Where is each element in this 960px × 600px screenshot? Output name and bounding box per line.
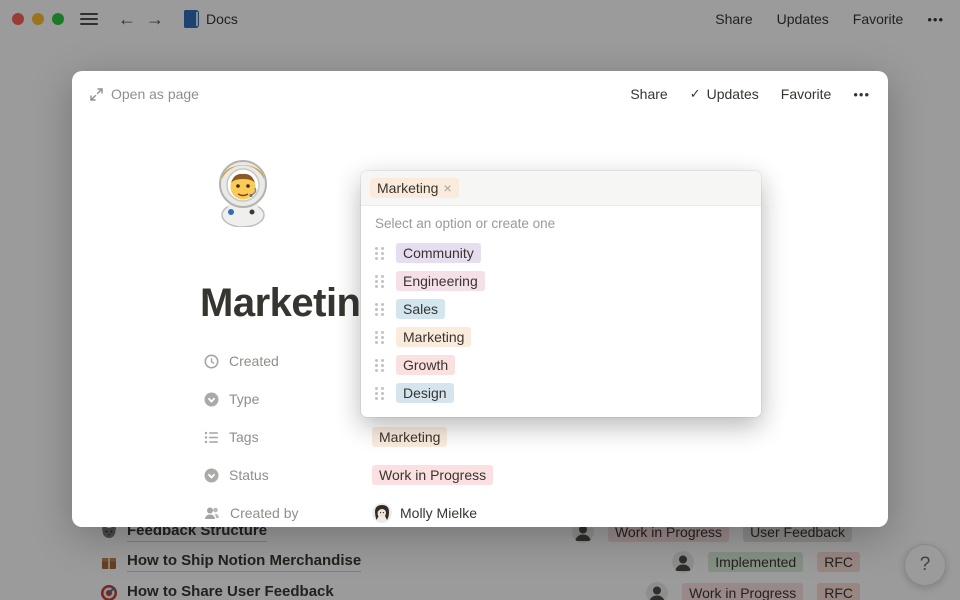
property-created-by[interactable]: Created by (204, 505, 372, 521)
drag-handle-icon[interactable] (375, 387, 384, 400)
list-icon (204, 430, 219, 445)
property-label: Tags (229, 429, 259, 445)
property-created[interactable]: Created (204, 353, 372, 369)
property-value-tags[interactable]: Marketing (372, 425, 447, 449)
select-icon (204, 392, 219, 407)
tag-option-engineering[interactable]: Engineering (361, 267, 761, 295)
tag-badge: Community (396, 243, 481, 263)
remove-tag-icon[interactable]: × (443, 180, 451, 196)
property-label: Type (229, 391, 259, 407)
page-title[interactable]: Marketing (200, 281, 384, 326)
status-badge[interactable]: Work in Progress (372, 465, 493, 485)
tag-picker-input[interactable]: Marketing × (361, 171, 761, 206)
drag-handle-icon[interactable] (375, 303, 384, 316)
property-tags[interactable]: Tags (204, 429, 372, 445)
property-row-status: Status Work in Progress (204, 456, 764, 494)
open-as-page-button[interactable]: Open as page (90, 86, 199, 102)
tag-badge: Growth (396, 355, 455, 375)
property-row-created-by: Created by Molly Mielke (204, 494, 764, 532)
property-row-tags: Tags Marketing (204, 418, 764, 456)
tag-picker-dropdown: Marketing × Select an option or create o… (361, 171, 761, 417)
check-icon: ✓ (690, 86, 701, 102)
tag-badge: Sales (396, 299, 445, 319)
tag-option-growth[interactable]: Growth (361, 351, 761, 379)
woman-astronaut-emoji[interactable] (208, 157, 278, 227)
select-icon (204, 468, 219, 483)
open-as-page-label: Open as page (111, 86, 199, 102)
property-label: Created by (230, 505, 298, 521)
tag-option-marketing[interactable]: Marketing (361, 323, 761, 351)
property-label: Status (229, 467, 269, 483)
drag-handle-icon[interactable] (375, 359, 384, 372)
modal-more-icon[interactable]: ••• (853, 87, 870, 102)
modal-share-button[interactable]: Share (630, 86, 667, 102)
property-value-created-by[interactable]: Molly Mielke (372, 501, 477, 525)
clock-icon (204, 354, 219, 369)
person-name: Molly Mielke (400, 505, 477, 521)
tag-option-community[interactable]: Community (361, 239, 761, 267)
modal-header: Open as page Share ✓ Updates Favorite ••… (72, 71, 888, 117)
property-label: Created (229, 353, 279, 369)
modal-favorite-button[interactable]: Favorite (781, 86, 832, 102)
tag-option-sales[interactable]: Sales (361, 295, 761, 323)
tag-option-list: Community Engineering Sales Marketing Gr… (361, 235, 761, 417)
tag-badge: Marketing (396, 327, 471, 347)
avatar-molly (372, 503, 392, 523)
modal-updates-button[interactable]: ✓ Updates (690, 86, 759, 102)
drag-handle-icon[interactable] (375, 331, 384, 344)
drag-handle-icon[interactable] (375, 247, 384, 260)
drag-handle-icon[interactable] (375, 275, 384, 288)
tag-badge: Engineering (396, 271, 485, 291)
tag-badge: Design (396, 383, 454, 403)
modal-updates-label: Updates (707, 86, 759, 102)
property-value-status[interactable]: Work in Progress (372, 463, 493, 487)
tag-option-design[interactable]: Design (361, 379, 761, 407)
property-status[interactable]: Status (204, 467, 372, 483)
people-icon (204, 506, 220, 520)
selected-tag-label: Marketing (377, 180, 438, 196)
selected-tag-chip[interactable]: Marketing × (370, 178, 459, 198)
tag-badge[interactable]: Marketing (372, 427, 447, 447)
property-type[interactable]: Type (204, 391, 372, 407)
expand-icon (90, 88, 103, 101)
tag-picker-hint: Select an option or create one (361, 206, 761, 235)
